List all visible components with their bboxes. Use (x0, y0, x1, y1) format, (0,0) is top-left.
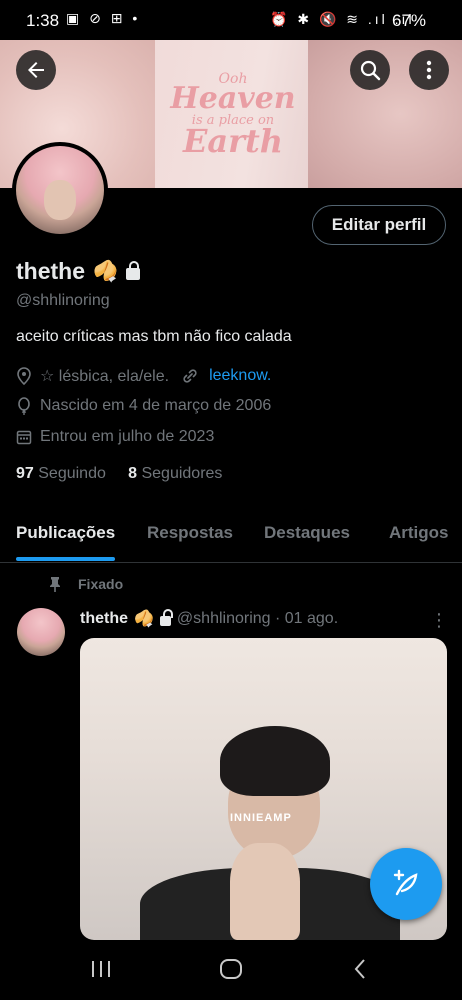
pin-icon (50, 577, 60, 592)
location-pin-icon (17, 367, 31, 385)
compose-post-button[interactable] (370, 848, 442, 920)
follow-stats: 97 Seguindo 8 Seguidores (16, 465, 222, 483)
active-tab-indicator (16, 557, 115, 561)
more-options-button[interactable] (409, 50, 449, 90)
post-header: thethe 🥠 @shhlinoring · 01 ago. (80, 609, 338, 629)
calendar-icon (16, 430, 32, 445)
profile-bio: aceito críticas mas tbm não fico calada (16, 328, 292, 345)
arrow-left-icon (28, 62, 44, 78)
media-hair (220, 726, 330, 796)
birth-text: Nascido em 4 de março de 2006 (40, 397, 272, 414)
status-time: 1:38 (26, 11, 60, 30)
search-icon (360, 60, 381, 81)
following-label: Seguindo (38, 465, 106, 482)
tab-artigos[interactable]: Artigos (389, 523, 449, 543)
profile-tabs: Publicações Respostas Destaques Artigos (0, 506, 462, 563)
display-name-text: thethe (16, 258, 85, 284)
lock-icon (159, 609, 173, 626)
search-button[interactable] (350, 50, 390, 90)
followers-label: Seguidores (141, 465, 223, 482)
post-handle-time: @shhlinoring · 01 ago. (176, 610, 339, 627)
pinned-label: Fixado (78, 576, 124, 592)
joined-text: Entrou em julho de 2023 (40, 428, 215, 445)
tab-publicacoes[interactable]: Publicações (16, 523, 115, 543)
profile-handle: @shhlinoring (16, 292, 110, 309)
fortune-cookie-icon: 🥠 (134, 611, 154, 628)
more-vertical-icon (426, 60, 432, 80)
chevron-left-icon (354, 959, 365, 979)
home-icon (220, 959, 242, 979)
display-name: thethe 🥠 (16, 258, 140, 285)
recent-apps-icon (92, 961, 110, 977)
back-button[interactable] (16, 50, 56, 90)
followers-link[interactable]: 8 Seguidores (128, 465, 222, 482)
post-author-avatar[interactable] (17, 608, 65, 656)
tab-respostas[interactable]: Respostas (147, 523, 233, 543)
media-watermark: INNIEAMP (230, 812, 292, 824)
profile-meta-birth: Nascido em 4 de março de 2006 (16, 397, 271, 415)
link-icon (183, 369, 197, 383)
lock-icon (125, 261, 140, 280)
banner-earth: Earth (182, 122, 284, 160)
system-back-button[interactable] (352, 958, 368, 985)
notification-icons: ▣ ⊘ ⊞ • (66, 10, 141, 26)
post-more-icon[interactable]: ⋮ (430, 610, 448, 631)
pinned-indicator: Fixado (48, 576, 123, 592)
profile-link[interactable]: leeknow. (209, 367, 271, 385)
system-nav-bar (0, 940, 462, 1000)
home-button[interactable] (219, 958, 243, 985)
location-text: ☆ lésbica, ela/ele. (40, 368, 170, 385)
tab-destaques[interactable]: Destaques (264, 523, 350, 543)
recent-apps-button[interactable] (90, 958, 112, 985)
following-link[interactable]: 97 Seguindo (16, 465, 106, 482)
fortune-cookie-icon: 🥠 (93, 261, 118, 283)
profile-avatar[interactable] (12, 142, 108, 238)
status-bar: 1:38 ▣ ⊘ ⊞ • ⏰ ✱ 🔇 ≋ .ıl .ıl 67% (0, 0, 462, 40)
followers-count: 8 (128, 465, 138, 482)
avatar-image (16, 146, 104, 234)
post-author-name[interactable]: thethe (80, 610, 128, 628)
media-hand (230, 843, 300, 940)
profile-meta-joined: Entrou em julho de 2023 (16, 428, 214, 446)
profile-meta-location-link: ☆ lésbica, ela/ele. leeknow. (16, 366, 271, 386)
compose-feather-icon (393, 869, 418, 896)
banner-heaven: Heaven (170, 81, 296, 116)
following-count: 97 (16, 465, 34, 482)
banner-title: Ooh Heaven is a place on Earth (158, 72, 308, 157)
battery-level: 67% (392, 11, 427, 30)
balloon-icon (18, 397, 30, 415)
edit-profile-button[interactable]: Editar perfil (312, 205, 446, 245)
